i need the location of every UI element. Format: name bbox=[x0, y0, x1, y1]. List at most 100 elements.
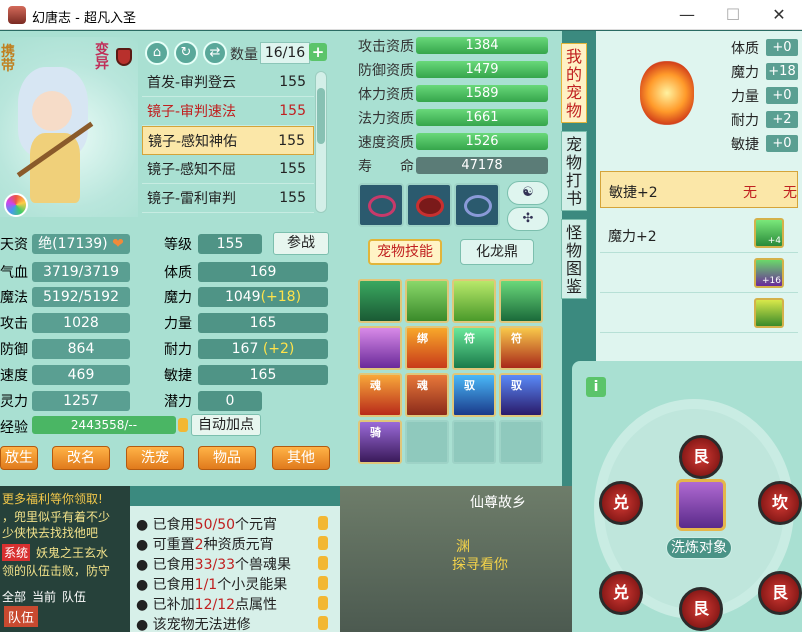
skill-slot-empty[interactable] bbox=[452, 420, 496, 464]
tab-pet-skills[interactable]: 宠物技能 bbox=[368, 239, 442, 265]
lifespan-label: 寿 命 bbox=[358, 159, 414, 175]
rename-button[interactable]: 改名 bbox=[52, 446, 110, 470]
pet-list-item-selected[interactable]: 镜子-感知神佑 155 bbox=[142, 126, 314, 155]
close-button[interactable]: ✕ bbox=[756, 0, 802, 30]
sudu-label: 速度 bbox=[0, 368, 28, 384]
trigram-kan-icon[interactable]: 坎 bbox=[758, 481, 802, 525]
equip-slot-armor[interactable] bbox=[406, 183, 452, 227]
tab-monster-guide[interactable]: 怪物图鉴 bbox=[561, 219, 587, 299]
trigram-dui-icon[interactable]: 兑 bbox=[599, 481, 643, 525]
lock-icon[interactable] bbox=[318, 576, 328, 590]
chat-panel: 更多福利等你领取! ，兜里似乎有着不少 少侠快去找找他吧 系统 妖鬼之王玄水 领… bbox=[0, 486, 130, 632]
skill-icon[interactable] bbox=[358, 279, 402, 323]
skill-icon[interactable]: 绑 bbox=[405, 326, 449, 370]
info-item: ● 已食用50/50个元宵 bbox=[136, 517, 278, 533]
release-button[interactable]: 放生 bbox=[0, 446, 38, 470]
info-item: ● 该宠物无法进修 bbox=[136, 617, 251, 632]
skill-icon[interactable] bbox=[452, 279, 496, 323]
skill-icon[interactable]: 符 bbox=[452, 326, 496, 370]
skill-icon[interactable]: 骑 bbox=[358, 420, 402, 464]
tab-pet-books[interactable]: 宠物打书 bbox=[561, 131, 587, 211]
chat-line: 领的队伍击败，防守 bbox=[2, 564, 111, 578]
yinyang-icon[interactable]: ☯ bbox=[507, 181, 549, 205]
items-button[interactable]: 物品 bbox=[198, 446, 256, 470]
effect-row[interactable] bbox=[600, 296, 798, 333]
effect-skill-icon[interactable]: +4 bbox=[754, 218, 784, 248]
scroll-thumb[interactable] bbox=[317, 88, 325, 144]
minimize-button[interactable]: — bbox=[664, 0, 710, 30]
qianli-value: 0 bbox=[198, 391, 262, 411]
pet-list-item[interactable]: 首发-审判登云 155 bbox=[142, 68, 314, 97]
trigram-gen-icon[interactable]: 艮 bbox=[679, 435, 723, 479]
battle-button[interactable]: 参战 bbox=[273, 232, 329, 255]
skill-icon[interactable]: 驭 bbox=[452, 373, 496, 417]
chat-nav-team[interactable]: 队伍 bbox=[62, 588, 86, 605]
auto-add-button[interactable]: 自动加点 bbox=[191, 414, 261, 436]
qixue-label: 气血 bbox=[0, 265, 28, 281]
tab-my-pets[interactable]: 我的宠物 bbox=[561, 43, 587, 123]
lingli-label: 灵力 bbox=[0, 394, 28, 410]
chat-nav-current[interactable]: 当前 bbox=[32, 588, 56, 605]
pet-list-scrollbar[interactable] bbox=[315, 71, 327, 213]
attr-tizhi-label: 体质 bbox=[731, 41, 759, 57]
refresh-icon[interactable]: ↻ bbox=[174, 41, 198, 65]
quantity-value: 16/16 bbox=[260, 42, 310, 64]
swap-icon[interactable]: ⇄ bbox=[203, 41, 227, 65]
lock-icon[interactable] bbox=[318, 516, 328, 530]
lock-icon[interactable] bbox=[318, 536, 328, 550]
chat-nav-all[interactable]: 全部 bbox=[2, 588, 26, 605]
skill-icon[interactable] bbox=[499, 279, 543, 323]
wash-pet-button[interactable]: 洗宠 bbox=[126, 446, 184, 470]
apt-attack-bar: 1384 bbox=[416, 37, 548, 54]
team-button[interactable]: 队伍 bbox=[4, 606, 39, 627]
info-icon[interactable]: i bbox=[586, 377, 606, 397]
add-slot-button[interactable]: + bbox=[309, 43, 327, 61]
pet-list-item[interactable]: 镜子-雷利审判 155 bbox=[142, 184, 314, 213]
jingyan-label: 经验 bbox=[0, 420, 28, 436]
maximize-button[interactable]: ☐ bbox=[710, 0, 756, 30]
effect-row[interactable]: +16 bbox=[600, 256, 798, 293]
shield-icon[interactable] bbox=[116, 48, 132, 66]
skill-icon[interactable]: 驭 bbox=[499, 373, 543, 417]
skill-icon[interactable] bbox=[405, 279, 449, 323]
effect-row[interactable]: 魔力+2 +4 bbox=[600, 216, 798, 253]
attr-naili-value: +2 bbox=[766, 111, 798, 128]
skill-slot-empty[interactable] bbox=[405, 420, 449, 464]
lock-icon[interactable] bbox=[318, 556, 328, 570]
lock-icon[interactable] bbox=[178, 418, 188, 432]
skill-slot-empty[interactable] bbox=[499, 420, 543, 464]
pet-portrait[interactable] bbox=[0, 37, 138, 217]
dye-icon[interactable] bbox=[4, 193, 28, 217]
other-button[interactable]: 其他 bbox=[272, 446, 330, 470]
trigram-gen-icon[interactable]: 艮 bbox=[679, 587, 723, 631]
pet-list-item[interactable]: 镜子-审判速法 155 bbox=[142, 97, 314, 126]
equip-slot-collar[interactable] bbox=[358, 183, 404, 227]
pet-list-item[interactable]: 镜子-感知不屈 155 bbox=[142, 155, 314, 184]
trigram-gen-icon[interactable]: 艮 bbox=[758, 571, 802, 615]
info-item: ● 可重置2种资质元宵 bbox=[136, 537, 274, 553]
pet-list: 首发-审判登云 155 镜子-审判速法 155 镜子-感知神佑 155 镜子-感知不屈… bbox=[142, 68, 314, 216]
lock-icon[interactable] bbox=[318, 596, 328, 610]
apt-attack-label: 攻击资质 bbox=[358, 39, 414, 55]
apt-mana-bar: 1661 bbox=[416, 109, 548, 126]
tab-hualong[interactable]: 化龙鼎 bbox=[460, 239, 534, 265]
game-scene[interactable]: 仙尊故乡 渊 探寻看你 bbox=[340, 486, 572, 632]
home-icon[interactable]: ⌂ bbox=[145, 41, 169, 65]
paw-icon[interactable]: ✣ bbox=[507, 207, 549, 231]
refine-target-avatar[interactable] bbox=[676, 479, 726, 531]
pet-info-panel: 携带 变异 ⌂ ↻ ⇄ 数量 16/16 + 首发-审判登云 155 镜子-审判速… bbox=[0, 31, 354, 486]
skill-icon[interactable]: 魂 bbox=[405, 373, 449, 417]
trigram-dui-icon[interactable]: 兑 bbox=[599, 571, 643, 615]
effect-skill-icon[interactable]: +16 bbox=[754, 258, 784, 288]
chat-line: 少侠快去找找他吧 bbox=[2, 526, 99, 540]
effect-row[interactable]: 敏捷+2 无 无 bbox=[600, 171, 798, 208]
apt-speed-label: 速度资质 bbox=[358, 135, 414, 151]
skill-icon[interactable]: 魂 bbox=[358, 373, 402, 417]
lock-icon[interactable] bbox=[318, 616, 328, 630]
equip-slot-necklace[interactable] bbox=[454, 183, 500, 227]
skill-icon[interactable] bbox=[358, 326, 402, 370]
qianli-label: 潜力 bbox=[164, 394, 192, 410]
skill-icon[interactable]: 符 bbox=[499, 326, 543, 370]
effect-skill-icon[interactable] bbox=[754, 298, 784, 328]
refine-target-button[interactable]: 洗炼对象 bbox=[666, 537, 732, 559]
